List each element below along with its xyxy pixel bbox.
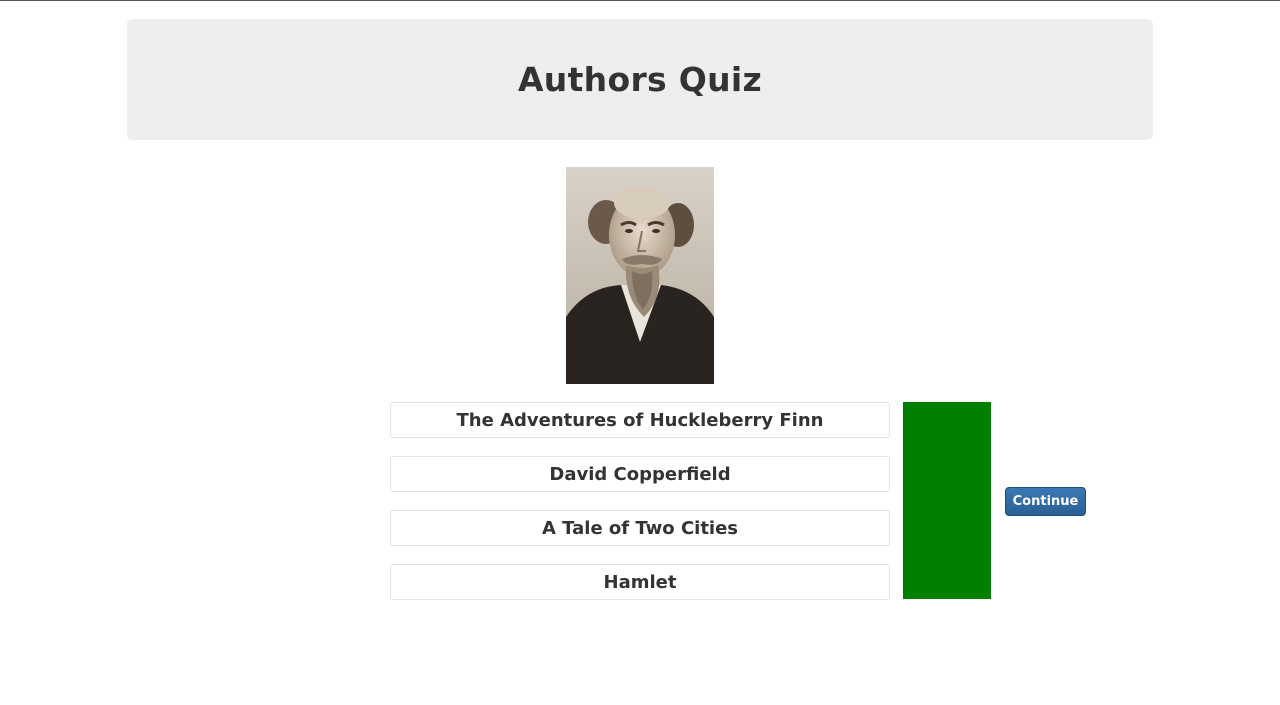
answer-option[interactable]: The Adventures of Huckleberry Finn (390, 402, 890, 438)
answer-option[interactable]: Hamlet (390, 564, 890, 600)
continue-button[interactable]: Continue (1005, 487, 1086, 516)
answer-option[interactable]: A Tale of Two Cities (390, 510, 890, 546)
page-title: Authors Quiz (517, 60, 763, 99)
author-portrait (566, 167, 714, 384)
top-border-line (0, 0, 1280, 1)
header-jumbotron: Authors Quiz (127, 19, 1153, 140)
answer-option[interactable]: David Copperfield (390, 456, 890, 492)
answer-list: The Adventures of Huckleberry Finn David… (390, 402, 890, 618)
answer-result-indicator (903, 402, 991, 599)
author-portrait-icon (566, 167, 714, 384)
